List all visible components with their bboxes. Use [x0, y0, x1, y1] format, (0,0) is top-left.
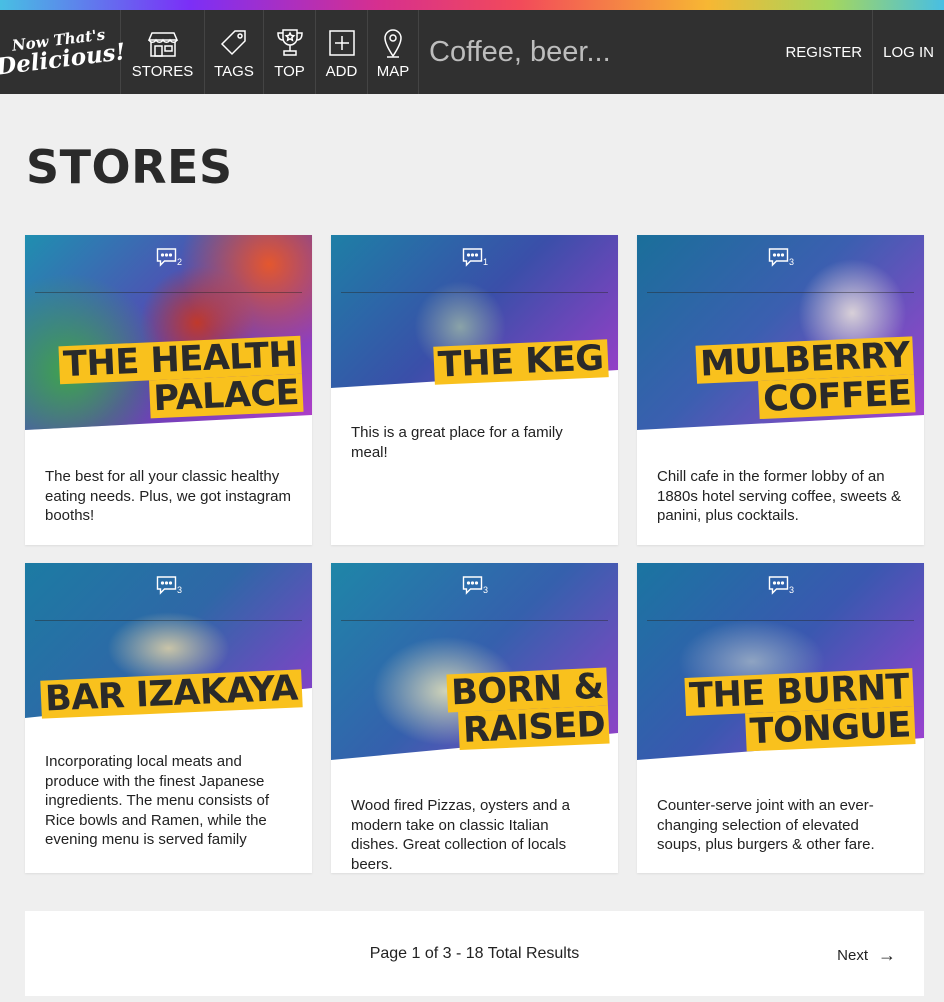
nav-add[interactable]: ADD	[315, 10, 367, 94]
comment-icon	[768, 576, 788, 595]
comment-icon	[156, 248, 176, 267]
search-container	[418, 10, 775, 94]
nav-top[interactable]: TOP	[263, 10, 315, 94]
page-title: STORES	[26, 140, 233, 194]
auth-links: REGISTER LOG IN	[775, 10, 944, 94]
divider	[341, 292, 608, 293]
next-page-link[interactable]: Next →	[837, 945, 896, 966]
comment-count[interactable]: 3	[461, 575, 488, 595]
search-input[interactable]	[429, 35, 769, 69]
pagination-info: Page 1 of 3 - 18 Total Results	[369, 945, 580, 962]
comment-count-value: 3	[482, 585, 489, 595]
tag-icon	[219, 23, 249, 63]
comment-count[interactable]: 3	[767, 575, 794, 595]
nav-label-add: ADD	[325, 63, 358, 80]
comment-icon	[462, 576, 482, 595]
nav-label-tags: TAGS	[214, 63, 254, 80]
store-name[interactable]: BORN & RAISED	[446, 667, 610, 751]
store-description: Chill cafe in the former lobby of an 188…	[657, 468, 902, 524]
store-name[interactable]: THE HEALTH PALACE	[58, 335, 304, 422]
divider	[341, 620, 608, 621]
register-link[interactable]: REGISTER	[775, 10, 872, 94]
store-card[interactable]: 3 THE BURNT TONGUE Counter-serve joint w…	[637, 563, 924, 873]
store-name[interactable]: THE BURNT TONGUE	[684, 667, 916, 754]
comment-icon	[462, 248, 482, 267]
comment-icon	[768, 248, 788, 267]
store-description: Wood fired Pizzas, oysters and a modern …	[351, 797, 570, 873]
store-card[interactable]: 3 BORN & RAISED Wood fired Pizzas, oyste…	[331, 563, 618, 873]
arrow-right-icon: →	[878, 945, 896, 965]
nav-label-map: MAP	[376, 63, 410, 80]
divider	[647, 292, 914, 293]
nav-label-stores: STORES	[131, 63, 194, 80]
comment-count-value: 3	[788, 585, 795, 595]
store-name-line: PALACE	[148, 373, 304, 419]
rainbow-bar	[0, 0, 944, 10]
comment-count-value: 1	[482, 257, 489, 267]
store-name[interactable]: THE KEG	[433, 338, 609, 386]
store-name-line: COFFEE	[757, 373, 916, 420]
comment-count[interactable]: 1	[461, 247, 488, 267]
next-label: Next	[837, 947, 868, 964]
store-description: This is a great place for a family meal!	[351, 424, 563, 461]
login-link[interactable]: LOG IN	[872, 10, 944, 94]
store-card[interactable]: 1 THE KEG This is a great place for a fa…	[331, 235, 618, 545]
comment-count-value: 2	[176, 257, 183, 267]
nav-label-top: TOP	[274, 63, 305, 80]
store-card[interactable]: 3 MULBERRY COFFEE Chill cafe in the form…	[637, 235, 924, 545]
store-description: The best for all your classic healthy ea…	[45, 468, 291, 524]
comment-icon	[156, 576, 176, 595]
store-card[interactable]: 3 BAR IZAKAYA Incorporating local meats …	[25, 563, 312, 873]
store-description: Counter-serve joint with an ever-changin…	[657, 797, 875, 853]
comment-count[interactable]: 3	[155, 575, 182, 595]
store-card[interactable]: 2 THE HEALTH PALACE The best for all you…	[25, 235, 312, 545]
nav-map[interactable]: MAP	[367, 10, 418, 94]
store-description: Incorporating local meats and produce wi…	[45, 753, 270, 848]
map-pin-icon	[382, 23, 404, 63]
comment-count[interactable]: 3	[767, 247, 794, 267]
comment-count-value: 3	[788, 257, 795, 267]
nav-tags[interactable]: TAGS	[204, 10, 263, 94]
pagination: Page 1 of 3 - 18 Total Results Next →	[25, 911, 924, 996]
store-icon	[147, 23, 179, 63]
comment-count-value: 3	[176, 585, 183, 595]
divider	[35, 620, 302, 621]
logo[interactable]: Now That's Delicious!	[0, 3, 127, 101]
store-name-line: RAISED	[457, 705, 610, 751]
top-nav: Now That's Delicious! STORES TAGS TOP AD…	[0, 10, 944, 94]
store-name-line: TONGUE	[745, 705, 916, 752]
store-name-line: THE KEG	[433, 338, 609, 386]
divider	[35, 292, 302, 293]
nav-stores[interactable]: STORES	[120, 10, 204, 94]
comment-count[interactable]: 2	[155, 247, 182, 267]
add-icon	[328, 23, 356, 63]
store-name[interactable]: MULBERRY COFFEE	[694, 335, 916, 421]
trophy-icon	[275, 23, 305, 63]
divider	[647, 620, 914, 621]
